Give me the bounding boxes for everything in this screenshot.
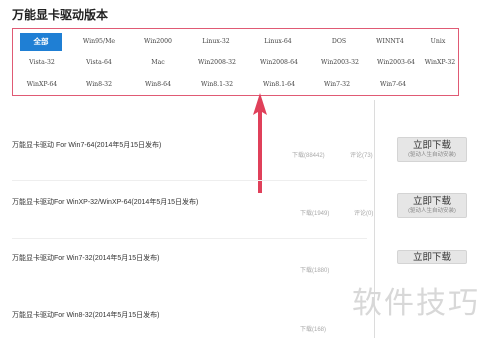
version-tab[interactable]: Win8-32	[74, 76, 124, 94]
version-tab[interactable]: Win95/Me	[74, 33, 124, 51]
driver-title[interactable]: 万能显卡驱动 For Win7-64(2014年5月15日发布)	[12, 140, 161, 150]
version-tab[interactable]: Win8-64	[133, 76, 183, 94]
version-tab[interactable]: Mac	[133, 54, 183, 72]
version-filter-panel: 全部 Win95/Me Win2000 Linux-32 Linux-64 DO…	[12, 28, 459, 96]
version-tab[interactable]: Linux-64	[250, 33, 306, 51]
version-tab[interactable]: Win8.1-64	[250, 76, 308, 94]
download-count: 下载(88442)	[292, 153, 325, 159]
download-count: 下载(1949)	[300, 211, 330, 217]
version-tab[interactable]: Win2003-64	[367, 54, 425, 72]
driver-title[interactable]: 万能显卡驱动For WinXP-32/WinXP-64(2014年5月15日发布…	[12, 197, 198, 207]
download-item: 万能显卡驱动 For Win7-64(2014年5月15日发布) 下载(8844…	[0, 130, 500, 175]
download-button-sublabel: (驱动人生自动安装)	[408, 208, 456, 214]
version-tab[interactable]: WinXP-64	[20, 76, 64, 94]
download-button[interactable]: 立即下载 (驱动人生自动安装)	[397, 193, 467, 218]
version-tab[interactable]: Win2003-32	[311, 54, 369, 72]
download-button[interactable]: 立即下载 (驱动人生自动安装)	[397, 137, 467, 162]
version-tab[interactable]: Win2008-64	[250, 54, 308, 72]
download-button-sublabel: (驱动人生自动安装)	[408, 152, 456, 158]
download-button-label: 立即下载	[412, 252, 451, 263]
driver-title[interactable]: 万能显卡驱动For Win8-32(2014年5月15日发布)	[12, 310, 159, 320]
divider	[12, 180, 367, 181]
version-tab[interactable]: Win8.1-32	[188, 76, 246, 94]
comment-count[interactable]: 评论(73)	[350, 150, 373, 159]
version-all-tab[interactable]: 全部	[20, 33, 62, 51]
download-button[interactable]: 立即下载	[397, 250, 467, 264]
page-title: 万能显卡驱动版本	[12, 8, 109, 22]
version-tab[interactable]: WINNT4	[365, 33, 415, 51]
version-tab[interactable]: Unix	[418, 33, 458, 51]
divider	[12, 238, 367, 239]
download-button-label: 立即下载	[412, 140, 451, 151]
driver-title[interactable]: 万能显卡驱动For Win7-32(2014年5月15日发布)	[12, 253, 159, 263]
download-item: 万能显卡驱动For WinXP-32/WinXP-64(2014年5月15日发布…	[0, 190, 500, 235]
version-tab[interactable]: Win2008-32	[188, 54, 246, 72]
version-tab[interactable]: Win7-32	[311, 76, 363, 94]
version-tab[interactable]: Linux-32	[188, 33, 244, 51]
download-count: 下载(168)	[300, 327, 327, 333]
watermark: 软件技巧	[352, 287, 480, 320]
version-tab[interactable]: Win7-64	[367, 76, 419, 94]
version-tab[interactable]: Win2000	[133, 33, 183, 51]
version-tab[interactable]: Vista-32	[20, 54, 64, 72]
comment-count[interactable]: 评论(0)	[354, 208, 373, 217]
version-tab[interactable]: WinXP-32	[420, 54, 460, 72]
version-tab[interactable]: DOS	[314, 33, 364, 51]
download-count: 下载(1880)	[300, 268, 330, 274]
download-button-label: 立即下载	[412, 196, 451, 207]
version-tab[interactable]: Vista-64	[74, 54, 124, 72]
